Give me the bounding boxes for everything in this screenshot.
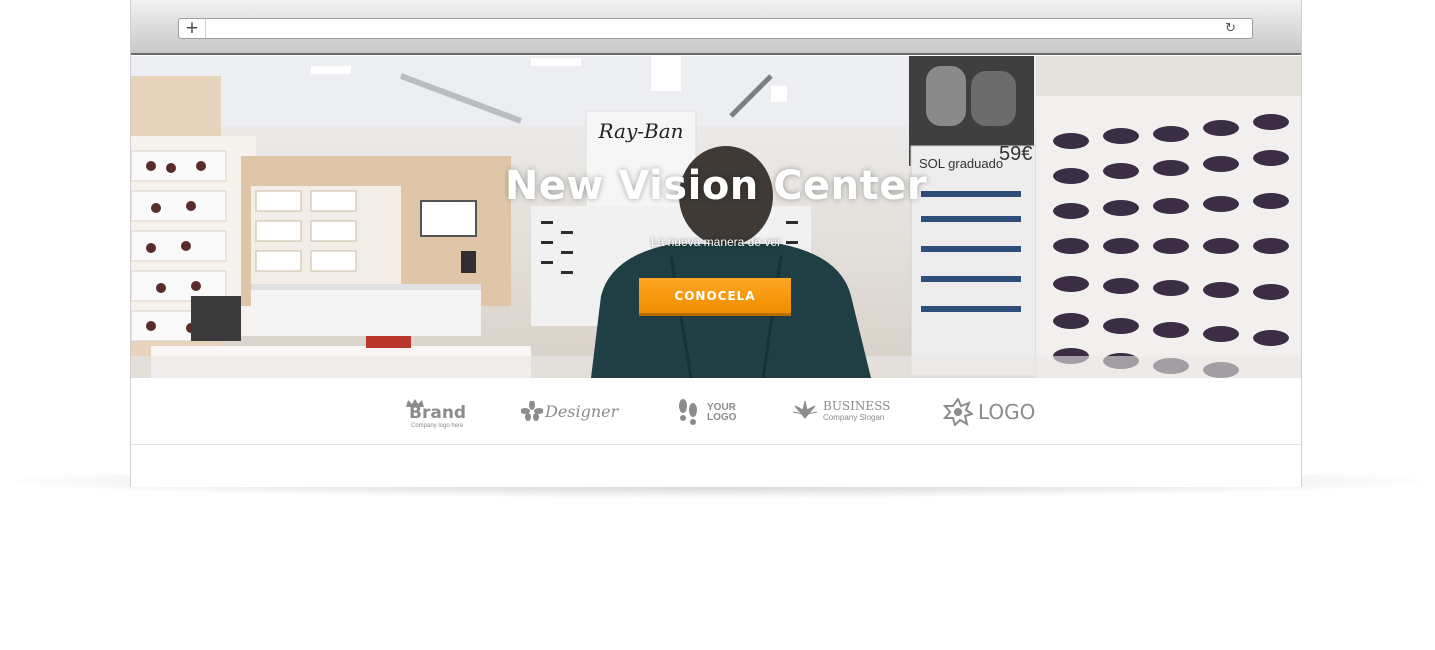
logo-your-logo[interactable]: YOUR LOGO <box>676 396 746 426</box>
ray-ban-sign: Ray-Ban <box>598 119 684 143</box>
browser-toolbar: + ↻ <box>131 0 1301 55</box>
price-sign-value: 59€ <box>999 143 1032 165</box>
hero-subtitle: La nueva manera de ver <box>650 235 782 249</box>
logo-logo-text: LOGO <box>707 412 737 423</box>
starburst-icon <box>943 398 973 426</box>
footprints-icon <box>679 399 697 425</box>
logo-business-tagline: Company Slogan <box>823 413 885 422</box>
logo-designer[interactable]: Designer <box>521 396 631 426</box>
logo-brand-name: Brand <box>409 403 467 423</box>
new-tab-button[interactable]: + <box>179 19 206 38</box>
logo-logo[interactable]: LOGO <box>943 396 1053 426</box>
leaf-icon <box>792 400 818 419</box>
logo-business[interactable]: BUSINESS Company Slogan <box>791 396 901 426</box>
flower-icon <box>521 401 543 421</box>
address-bar[interactable]: + ↻ <box>178 18 1253 39</box>
logo-business-name: BUSINESS <box>823 399 891 413</box>
conocela-button[interactable]: CONOCELA <box>639 278 791 316</box>
logo-logo-name: LOGO <box>978 400 1036 424</box>
store-photo: Ray-Ban SOL graduado 59€ <box>131 56 1301 378</box>
hero-banner: Ray-Ban SOL graduado 59€ New Vision Cent… <box>131 56 1301 378</box>
logo-brand[interactable]: Brand Company logo here <box>403 396 473 429</box>
hero-title: New Vision Center <box>504 163 928 209</box>
browser-window: + ↻ Ray-Ban SOL graduado 59€ New Vision … <box>130 0 1302 487</box>
reload-icon[interactable]: ↻ <box>1225 19 1236 38</box>
logo-designer-name: Designer <box>545 402 619 421</box>
partner-logos-row: Brand Company logo here Designer YOUR LO… <box>131 378 1301 445</box>
logo-brand-tagline: Company logo here <box>411 423 464 429</box>
